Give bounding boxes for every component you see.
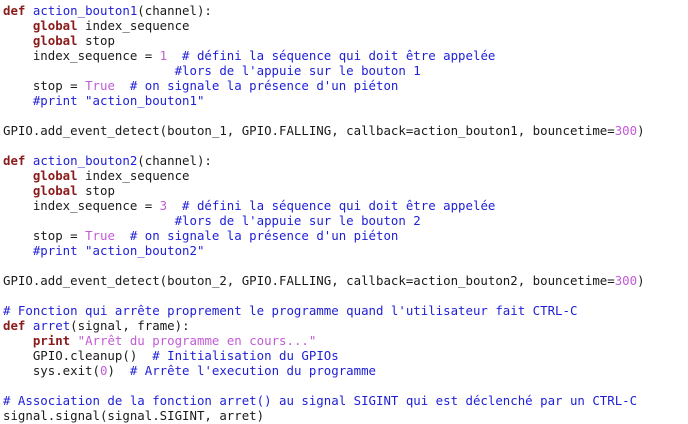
code-token: ) <box>637 123 645 138</box>
function-name-token: action_bouton2 <box>32 153 138 168</box>
keyword-token: global <box>32 33 78 48</box>
function-name-token: arret <box>32 318 71 333</box>
keyword-token: def <box>3 318 26 333</box>
comment-token: # défini la séquence qui doit être appel… <box>182 48 496 63</box>
code-token: (channel): <box>137 153 212 168</box>
code-line: #lors de l'appuie sur le bouton 1 <box>3 63 688 78</box>
comment-token: # on signale la présence d'un piéton <box>129 228 399 243</box>
comment-token: # on signale la présence d'un piéton <box>129 78 399 93</box>
code-line: # Association de la fonction arret() au … <box>3 393 688 408</box>
literal-token: 3 <box>159 198 168 213</box>
code-line: index_sequence = 3 # défini la séquence … <box>3 198 688 213</box>
code-token: ) <box>107 363 130 378</box>
code-token: signal.signal(signal.SIGINT, arret) <box>3 408 265 423</box>
literal-token: 300 <box>614 273 638 288</box>
keyword-token: global <box>32 18 78 33</box>
code-view[interactable]: def action_bouton1(channel): global inde… <box>0 0 688 423</box>
code-token: index_sequence = <box>3 198 160 213</box>
code-token: (signal, frame): <box>70 318 190 333</box>
comment-token: #lors de l'appuie sur le bouton 2 <box>174 213 421 228</box>
code-line: stop = True # on signale la présence d'u… <box>3 228 688 243</box>
code-line: stop = True # on signale la présence d'u… <box>3 78 688 93</box>
code-token: index_sequence <box>77 18 190 33</box>
code-token: GPIO.add_event_detect(bouton_2, GPIO.FAL… <box>3 273 615 288</box>
code-line: #print "action_bouton2" <box>3 243 688 258</box>
code-token: stop = <box>3 78 86 93</box>
comment-token: # Fonction qui arrête proprement le prog… <box>3 303 578 318</box>
keyword-token: print <box>32 333 71 348</box>
string-token: "Arrêt du programme en cours..." <box>77 333 317 348</box>
keyword-token: def <box>3 3 26 18</box>
literal-token: 300 <box>614 123 638 138</box>
code-token: (channel): <box>137 3 212 18</box>
code-line: print "Arrêt du programme en cours..." <box>3 333 688 348</box>
code-token: sys.exit( <box>3 363 100 378</box>
comment-token: # Association de la fonction arret() au … <box>3 393 638 408</box>
literal-token: 1 <box>159 48 168 63</box>
literal-token: True <box>85 78 115 93</box>
code-token: stop <box>77 183 115 198</box>
keyword-token: global <box>32 183 78 198</box>
code-token: GPIO.cleanup() <box>3 348 153 363</box>
code-line: # Fonction qui arrête proprement le prog… <box>3 303 688 318</box>
comment-token: #lors de l'appuie sur le bouton 1 <box>174 63 421 78</box>
code-line: GPIO.add_event_detect(bouton_2, GPIO.FAL… <box>3 273 688 288</box>
comment-token: #print "action_bouton2" <box>32 243 205 258</box>
code-line: global index_sequence <box>3 168 688 183</box>
keyword-token: def <box>3 153 26 168</box>
code-token: ) <box>637 273 645 288</box>
function-name-token: action_bouton1 <box>32 3 138 18</box>
code-line: GPIO.add_event_detect(bouton_1, GPIO.FAL… <box>3 123 688 138</box>
comment-token: # Arrête l'execution du programme <box>129 363 377 378</box>
code-token: index_sequence <box>77 168 190 183</box>
code-token: stop <box>77 33 115 48</box>
code-token: index_sequence = <box>3 48 160 63</box>
literal-token: True <box>85 228 115 243</box>
code-editor[interactable]: def action_bouton1(channel): global inde… <box>0 0 688 424</box>
code-token: GPIO.add_event_detect(bouton_1, GPIO.FAL… <box>3 123 615 138</box>
code-line: global stop <box>3 183 688 198</box>
code-line: #lors de l'appuie sur le bouton 2 <box>3 213 688 228</box>
code-line: global index_sequence <box>3 18 688 33</box>
code-line: def action_bouton1(channel): <box>3 3 688 18</box>
code-line: sys.exit(0) # Arrête l'execution du prog… <box>3 363 688 378</box>
code-line: index_sequence = 1 # défini la séquence … <box>3 48 688 63</box>
code-line: global stop <box>3 33 688 48</box>
code-line: GPIO.cleanup() # Initialisation du GPIOs <box>3 348 688 363</box>
comment-token: #print "action_bouton1" <box>32 93 205 108</box>
code-line: def arret(signal, frame): <box>3 318 688 333</box>
comment-token: # défini la séquence qui doit être appel… <box>182 198 496 213</box>
comment-token: # Initialisation du GPIOs <box>152 348 339 363</box>
code-token: stop = <box>3 228 86 243</box>
keyword-token: global <box>32 168 78 183</box>
code-line: signal.signal(signal.SIGINT, arret) <box>3 408 688 423</box>
code-line: #print "action_bouton1" <box>3 93 688 108</box>
code-line: def action_bouton2(channel): <box>3 153 688 168</box>
